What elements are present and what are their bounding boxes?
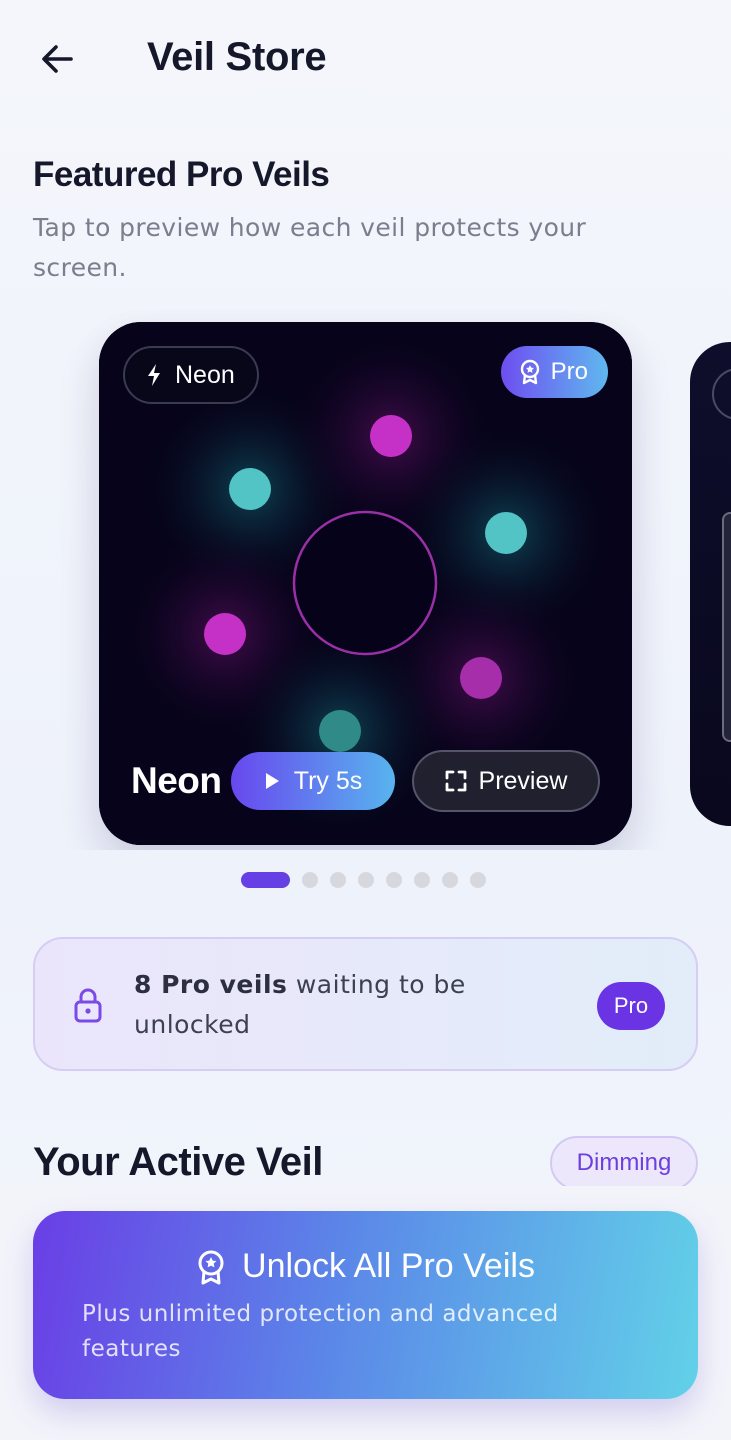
page-dot[interactable]	[470, 872, 486, 888]
app-header: Veil Store	[0, 0, 731, 115]
page-dot[interactable]	[386, 872, 402, 888]
locked-count: 8 Pro veils	[134, 970, 288, 999]
play-icon	[265, 773, 279, 789]
veil-name: Neon	[131, 760, 222, 801]
page-dot[interactable]	[330, 872, 346, 888]
award-icon	[520, 359, 539, 385]
unlock-all-button[interactable]: Unlock All Pro Veils Plus unlimited prot…	[33, 1211, 698, 1399]
theme-chip: Neon	[123, 346, 259, 404]
page-dot[interactable]	[302, 872, 318, 888]
unlock-title-row: Unlock All Pro Veils	[33, 1247, 698, 1286]
try-button-label: Try 5s	[293, 766, 363, 795]
page-title: Veil Store	[147, 35, 327, 79]
back-button[interactable]	[30, 32, 84, 86]
locked-veils-text: 8 Pro veils waiting to be unlocked	[134, 965, 544, 1045]
featured-subtitle: Tap to preview how each veil protects yo…	[33, 213, 587, 282]
veil-card-neon[interactable]: Neon Pro Neon Try 5s Preview	[99, 322, 632, 845]
lock-icon	[74, 988, 102, 1023]
page-dot-active[interactable]	[241, 872, 290, 888]
arrow-left-icon	[42, 45, 73, 73]
page-dot[interactable]	[442, 872, 458, 888]
try-button[interactable]: Try 5s	[231, 752, 395, 810]
next-card-art	[722, 512, 731, 742]
fullscreen-icon	[445, 770, 466, 792]
veil-card-next[interactable]	[690, 342, 731, 826]
unlock-subtitle: Plus unlimited protection and advanced f…	[82, 1301, 559, 1362]
pro-chip-label: Pro	[550, 358, 588, 385]
page-dot[interactable]	[414, 872, 430, 888]
active-mode-chip[interactable]: Dimming	[550, 1136, 698, 1190]
page-dot[interactable]	[358, 872, 374, 888]
theme-chip-label: Neon	[175, 360, 235, 389]
featured-title: Featured Pro Veils	[33, 155, 330, 194]
pro-chip: Pro	[500, 346, 608, 398]
pro-badge: Pro	[597, 982, 665, 1030]
next-card-chip	[712, 368, 731, 420]
unlock-title: Unlock All Pro Veils	[242, 1247, 535, 1285]
lightning-icon	[148, 364, 160, 386]
carousel-pagination	[241, 871, 486, 889]
active-veil-title: Your Active Veil	[33, 1140, 323, 1184]
locked-veils-banner[interactable]: 8 Pro veils waiting to be unlocked Pro	[33, 937, 698, 1071]
award-icon	[198, 1250, 224, 1284]
preview-button-label: Preview	[478, 766, 568, 795]
veil-carousel[interactable]: Neon Pro Neon Try 5s Preview	[0, 310, 731, 850]
preview-button[interactable]: Preview	[412, 750, 600, 812]
